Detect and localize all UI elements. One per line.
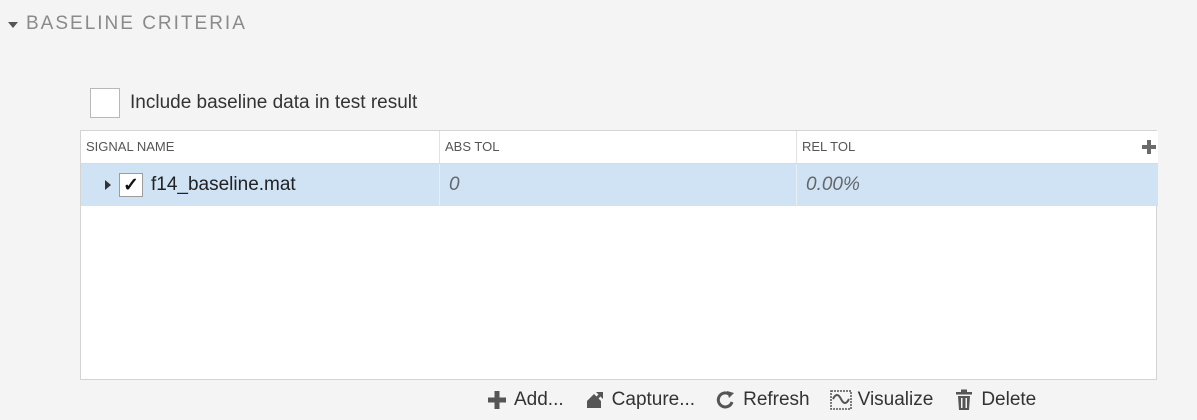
signal-name-cell[interactable]: ✓ f14_baseline.mat bbox=[81, 164, 440, 206]
visualize-button[interactable]: Visualize bbox=[829, 389, 934, 411]
add-label: Add... bbox=[514, 389, 564, 410]
abs-tol-cell[interactable]: 0 bbox=[440, 164, 797, 206]
delete-button[interactable]: Delete bbox=[953, 389, 1036, 411]
section-header[interactable]: BASELINE CRITERIA bbox=[8, 12, 247, 36]
column-header-abs-tol[interactable]: ABS TOL bbox=[440, 131, 797, 163]
add-button[interactable]: Add... bbox=[486, 389, 564, 411]
plus-icon bbox=[486, 389, 508, 411]
signal-wave-icon bbox=[829, 389, 852, 411]
baseline-table: SIGNAL NAME ABS TOL REL TOL ✓ f14_baseli… bbox=[80, 130, 1158, 380]
include-baseline-checkbox[interactable] bbox=[90, 88, 120, 118]
signal-name-text: f14_baseline.mat bbox=[151, 174, 296, 195]
include-baseline-label: Include baseline data in test result bbox=[130, 92, 418, 113]
section-title: BASELINE CRITERIA bbox=[26, 13, 247, 34]
column-header-signal-name[interactable]: SIGNAL NAME bbox=[81, 131, 440, 163]
table-row[interactable]: ✓ f14_baseline.mat 0 0.00% bbox=[81, 164, 1158, 206]
collapse-caret-icon[interactable] bbox=[8, 22, 18, 28]
delete-label: Delete bbox=[981, 389, 1037, 410]
refresh-label: Refresh bbox=[743, 389, 810, 410]
trash-icon bbox=[953, 389, 975, 411]
column-header-rel-tol[interactable]: REL TOL bbox=[797, 131, 1157, 163]
visualize-label: Visualize bbox=[857, 389, 934, 410]
refresh-icon bbox=[715, 389, 737, 411]
table-header: SIGNAL NAME ABS TOL REL TOL bbox=[81, 131, 1158, 164]
expand-row-icon[interactable] bbox=[105, 180, 111, 190]
row-checkbox[interactable]: ✓ bbox=[119, 173, 143, 197]
add-column-plus-icon[interactable] bbox=[1136, 131, 1162, 163]
checkmark-icon: ✓ bbox=[123, 174, 139, 196]
capture-label: Capture... bbox=[611, 389, 696, 410]
capture-button[interactable]: Capture... bbox=[584, 389, 695, 411]
capture-icon bbox=[584, 389, 606, 411]
rel-tol-cell[interactable]: 0.00% bbox=[797, 164, 1158, 206]
baseline-toolbar: Add... Capture... Refresh Visualize Dele… bbox=[486, 382, 1036, 418]
refresh-button[interactable]: Refresh bbox=[715, 389, 810, 411]
include-baseline-option[interactable]: Include baseline data in test result bbox=[90, 86, 417, 120]
